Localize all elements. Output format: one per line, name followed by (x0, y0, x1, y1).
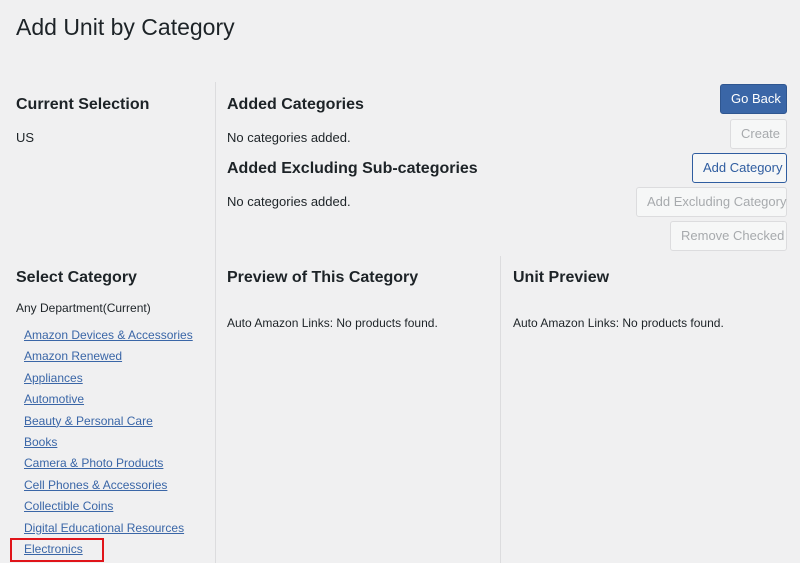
select-category-heading: Select Category (16, 269, 137, 286)
list-item: Books (24, 435, 193, 456)
current-selection-value: US (16, 130, 35, 145)
list-item: Amazon Devices & Accessories (24, 328, 193, 349)
list-item: Collectible Coins (24, 499, 193, 520)
added-categories-empty: No categories added. (227, 130, 351, 145)
page-title: Add Unit by Category (16, 14, 235, 40)
category-link-automotive[interactable]: Automotive (24, 392, 84, 406)
category-list: Amazon Devices & Accessories Amazon Rene… (24, 328, 193, 563)
list-item: Beauty & Personal Care (24, 414, 193, 435)
preview-category-message: Auto Amazon Links: No products found. (227, 316, 438, 330)
current-department: Any Department(Current) (16, 301, 151, 315)
column-divider (215, 82, 216, 563)
list-item: Amazon Renewed (24, 349, 193, 370)
list-item: Appliances (24, 371, 193, 392)
add-unit-page: Add Unit by Category Current Selection U… (0, 0, 800, 563)
unit-preview-message: Auto Amazon Links: No products found. (513, 316, 724, 330)
unit-preview-heading: Unit Preview (513, 269, 610, 286)
added-excluding-heading: Added Excluding Sub-categories (227, 160, 478, 177)
category-link-beauty[interactable]: Beauty & Personal Care (24, 414, 153, 428)
highlight-box (10, 538, 104, 562)
preview-category-heading: Preview of This Category (227, 269, 419, 286)
added-categories-heading: Added Categories (227, 96, 364, 113)
add-category-button[interactable]: Add Category (692, 153, 787, 183)
category-link-cell-phones[interactable]: Cell Phones & Accessories (24, 478, 167, 492)
category-link-camera[interactable]: Camera & Photo Products (24, 456, 163, 470)
category-link-books[interactable]: Books (24, 435, 57, 449)
column-divider (500, 256, 501, 563)
category-link-collectible-coins[interactable]: Collectible Coins (24, 499, 113, 513)
category-link-appliances[interactable]: Appliances (24, 371, 83, 385)
remove-checked-button[interactable]: Remove Checked (670, 221, 787, 251)
category-link-digital-educational[interactable]: Digital Educational Resources (24, 521, 184, 535)
list-item: Cell Phones & Accessories (24, 478, 193, 499)
add-excluding-category-button[interactable]: Add Excluding Category (636, 187, 787, 217)
category-link-amazon-devices[interactable]: Amazon Devices & Accessories (24, 328, 193, 342)
create-button[interactable]: Create (730, 119, 787, 149)
added-excluding-empty: No categories added. (227, 194, 351, 209)
category-link-amazon-renewed[interactable]: Amazon Renewed (24, 349, 122, 363)
current-selection-heading: Current Selection (16, 96, 150, 113)
list-item: Camera & Photo Products (24, 456, 193, 477)
go-back-button[interactable]: Go Back (720, 84, 787, 114)
list-item: Automotive (24, 392, 193, 413)
